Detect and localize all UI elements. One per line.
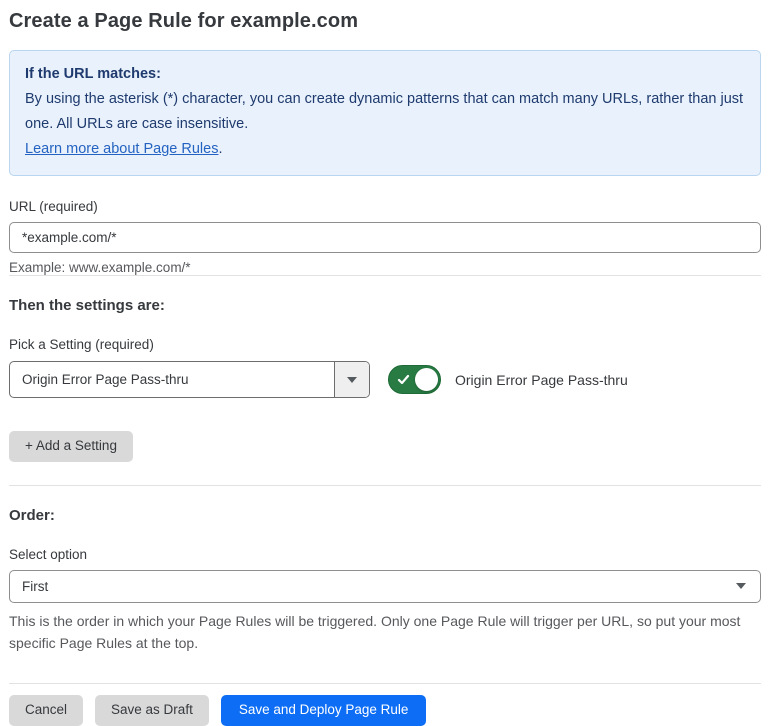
chevron-down-icon [736, 583, 746, 590]
info-box-body: By using the asterisk (*) character, you… [25, 91, 744, 132]
footer-actions: Cancel Save as Draft Save and Deploy Pag… [9, 694, 761, 726]
url-match-info-box: If the URL matches: By using the asteris… [9, 50, 761, 176]
checkmark-icon [397, 374, 410, 385]
order-section-heading: Order: [9, 506, 55, 524]
create-page-rule-form: Create a Page Rule for example.com If th… [0, 0, 770, 726]
order-select[interactable]: First [9, 569, 761, 603]
link-suffix: . [218, 141, 223, 157]
divider [9, 275, 761, 276]
url-field-label: URL (required) [9, 199, 98, 214]
toggle-knob [415, 368, 438, 391]
setting-picker-caret-button[interactable] [335, 362, 369, 397]
learn-more-link[interactable]: Learn more about Page Rules [25, 141, 218, 157]
save-and-deploy-button[interactable]: Save and Deploy Page Rule [220, 694, 427, 726]
order-select-value: First [22, 578, 49, 594]
chevron-down-icon [347, 376, 357, 383]
select-option-label: Select option [9, 546, 88, 562]
settings-section-heading: Then the settings are: [9, 297, 165, 314]
page-title: Create a Page Rule for example.com [9, 10, 359, 32]
add-setting-button[interactable]: + Add a Setting [9, 431, 133, 462]
url-field-helper: Example: www.example.com/* [9, 260, 191, 275]
save-as-draft-button[interactable]: Save as Draft [95, 694, 209, 726]
url-input[interactable] [9, 222, 761, 253]
origin-error-toggle[interactable] [388, 365, 441, 394]
setting-picker-dropdown[interactable]: Origin Error Page Pass-thru [9, 361, 370, 398]
divider [9, 682, 761, 684]
info-box-heading: If the URL matches: [25, 66, 161, 82]
setting-row: Origin Error Page Pass-thru Origin Error… [9, 361, 761, 398]
setting-picker-value: Origin Error Page Pass-thru [10, 362, 335, 397]
pick-setting-label: Pick a Setting (required) [9, 337, 154, 352]
cancel-button[interactable]: Cancel [9, 694, 84, 726]
order-helper-text: This is the order in which your Page Rul… [9, 612, 741, 651]
info-box-link-line: Learn more about Page Rules. [25, 137, 745, 162]
divider [9, 484, 761, 486]
toggle-label: Origin Error Page Pass-thru [455, 371, 628, 388]
